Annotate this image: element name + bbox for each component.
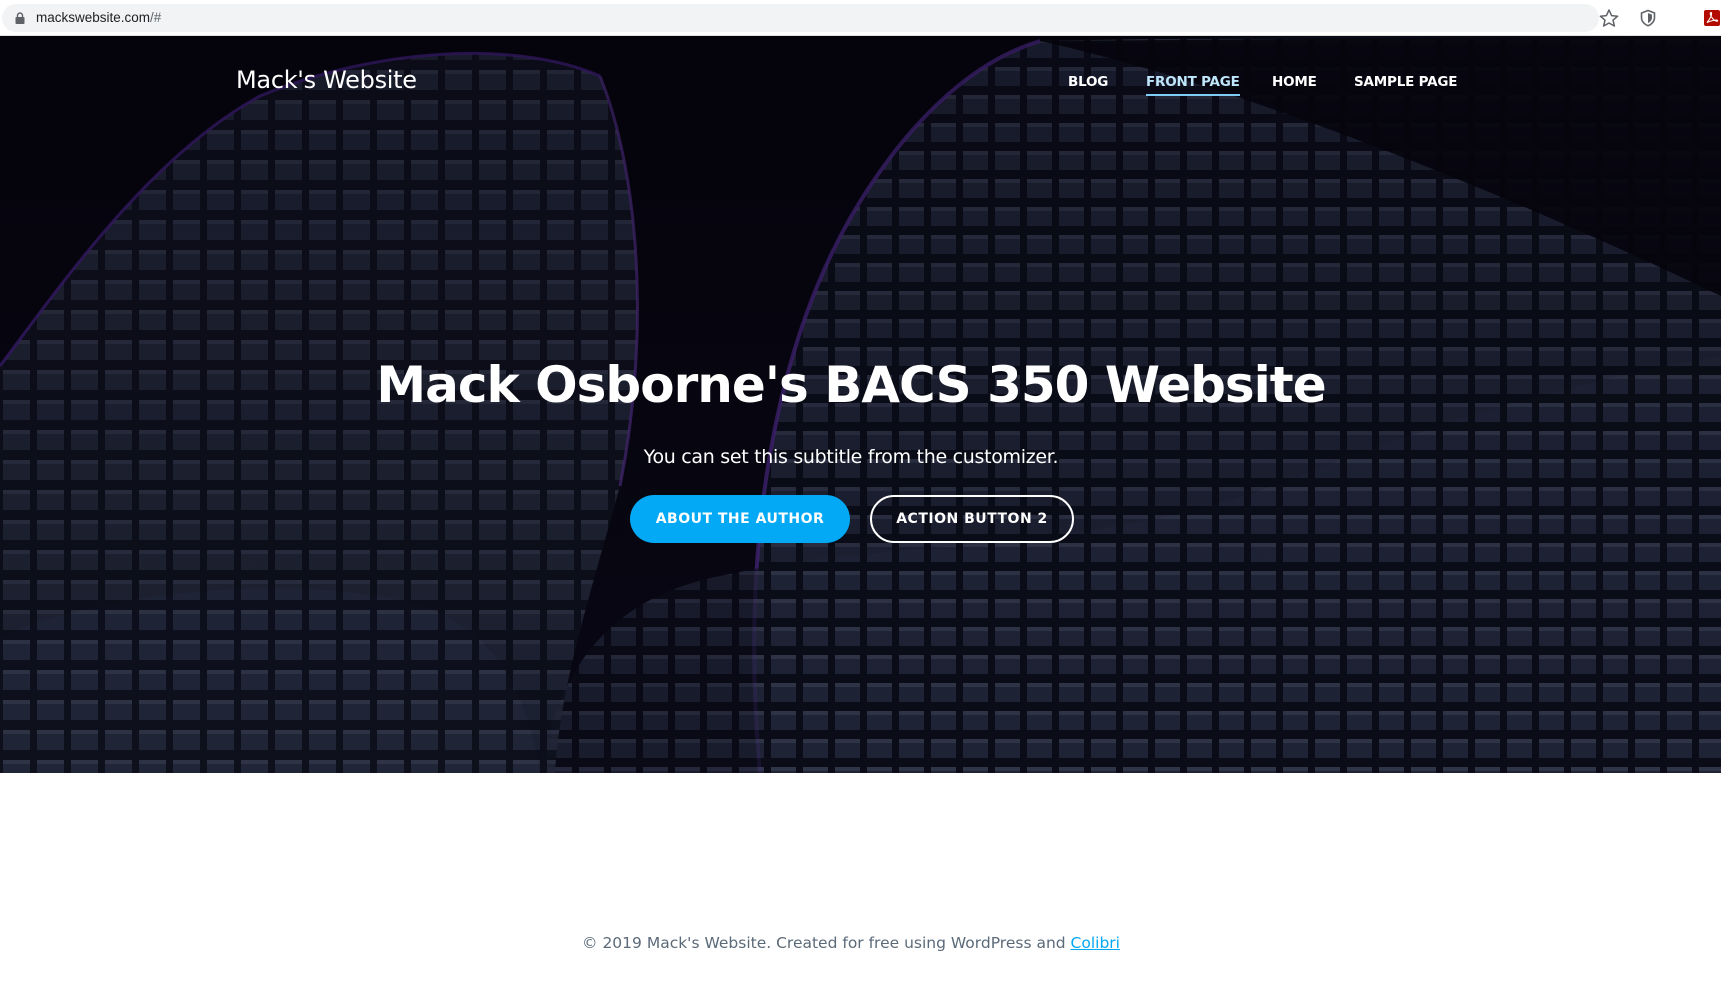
address-bar[interactable]: mackswebsite.com/# <box>2 4 1599 32</box>
hero-heading: Mack Osborne's BACS 350 Website <box>376 356 1326 414</box>
site-title[interactable]: Mack's Website <box>236 66 417 94</box>
nav-item-front-page[interactable]: FRONT PAGE <box>1146 74 1240 96</box>
action-button-2[interactable]: ACTION BUTTON 2 <box>870 495 1074 543</box>
hero-section: Mack's Website BLOG FRONT PAGE HOME SAMP… <box>0 36 1721 773</box>
star-icon[interactable] <box>1598 8 1620 28</box>
footer-text: © 2019 Mack's Website. Created for free … <box>582 934 1071 952</box>
shield-icon[interactable] <box>1639 9 1657 27</box>
nav-item-label: FRONT PAGE <box>1146 74 1240 90</box>
url-suffix: /# <box>150 10 162 25</box>
browser-toolbar: mackswebsite.com/# <box>0 0 1721 36</box>
lock-icon[interactable] <box>15 12 25 24</box>
nav-item-blog[interactable]: BLOG <box>1068 74 1108 90</box>
pdf-icon[interactable] <box>1703 9 1721 27</box>
hero-subtitle: You can set this subtitle from the custo… <box>643 446 1059 468</box>
footer-copyright: © 2019 Mack's Website. Created for free … <box>0 934 1702 952</box>
url-host: mackswebsite.com <box>36 10 151 25</box>
about-the-author-button[interactable]: ABOUT THE AUTHOR <box>630 495 850 543</box>
active-indicator <box>1146 94 1240 96</box>
nav-item-sample-page[interactable]: SAMPLE PAGE <box>1354 74 1457 90</box>
colibri-link[interactable]: Colibri <box>1071 934 1120 952</box>
url-text[interactable]: mackswebsite.com/# <box>36 10 161 25</box>
nav-item-home[interactable]: HOME <box>1272 74 1317 90</box>
